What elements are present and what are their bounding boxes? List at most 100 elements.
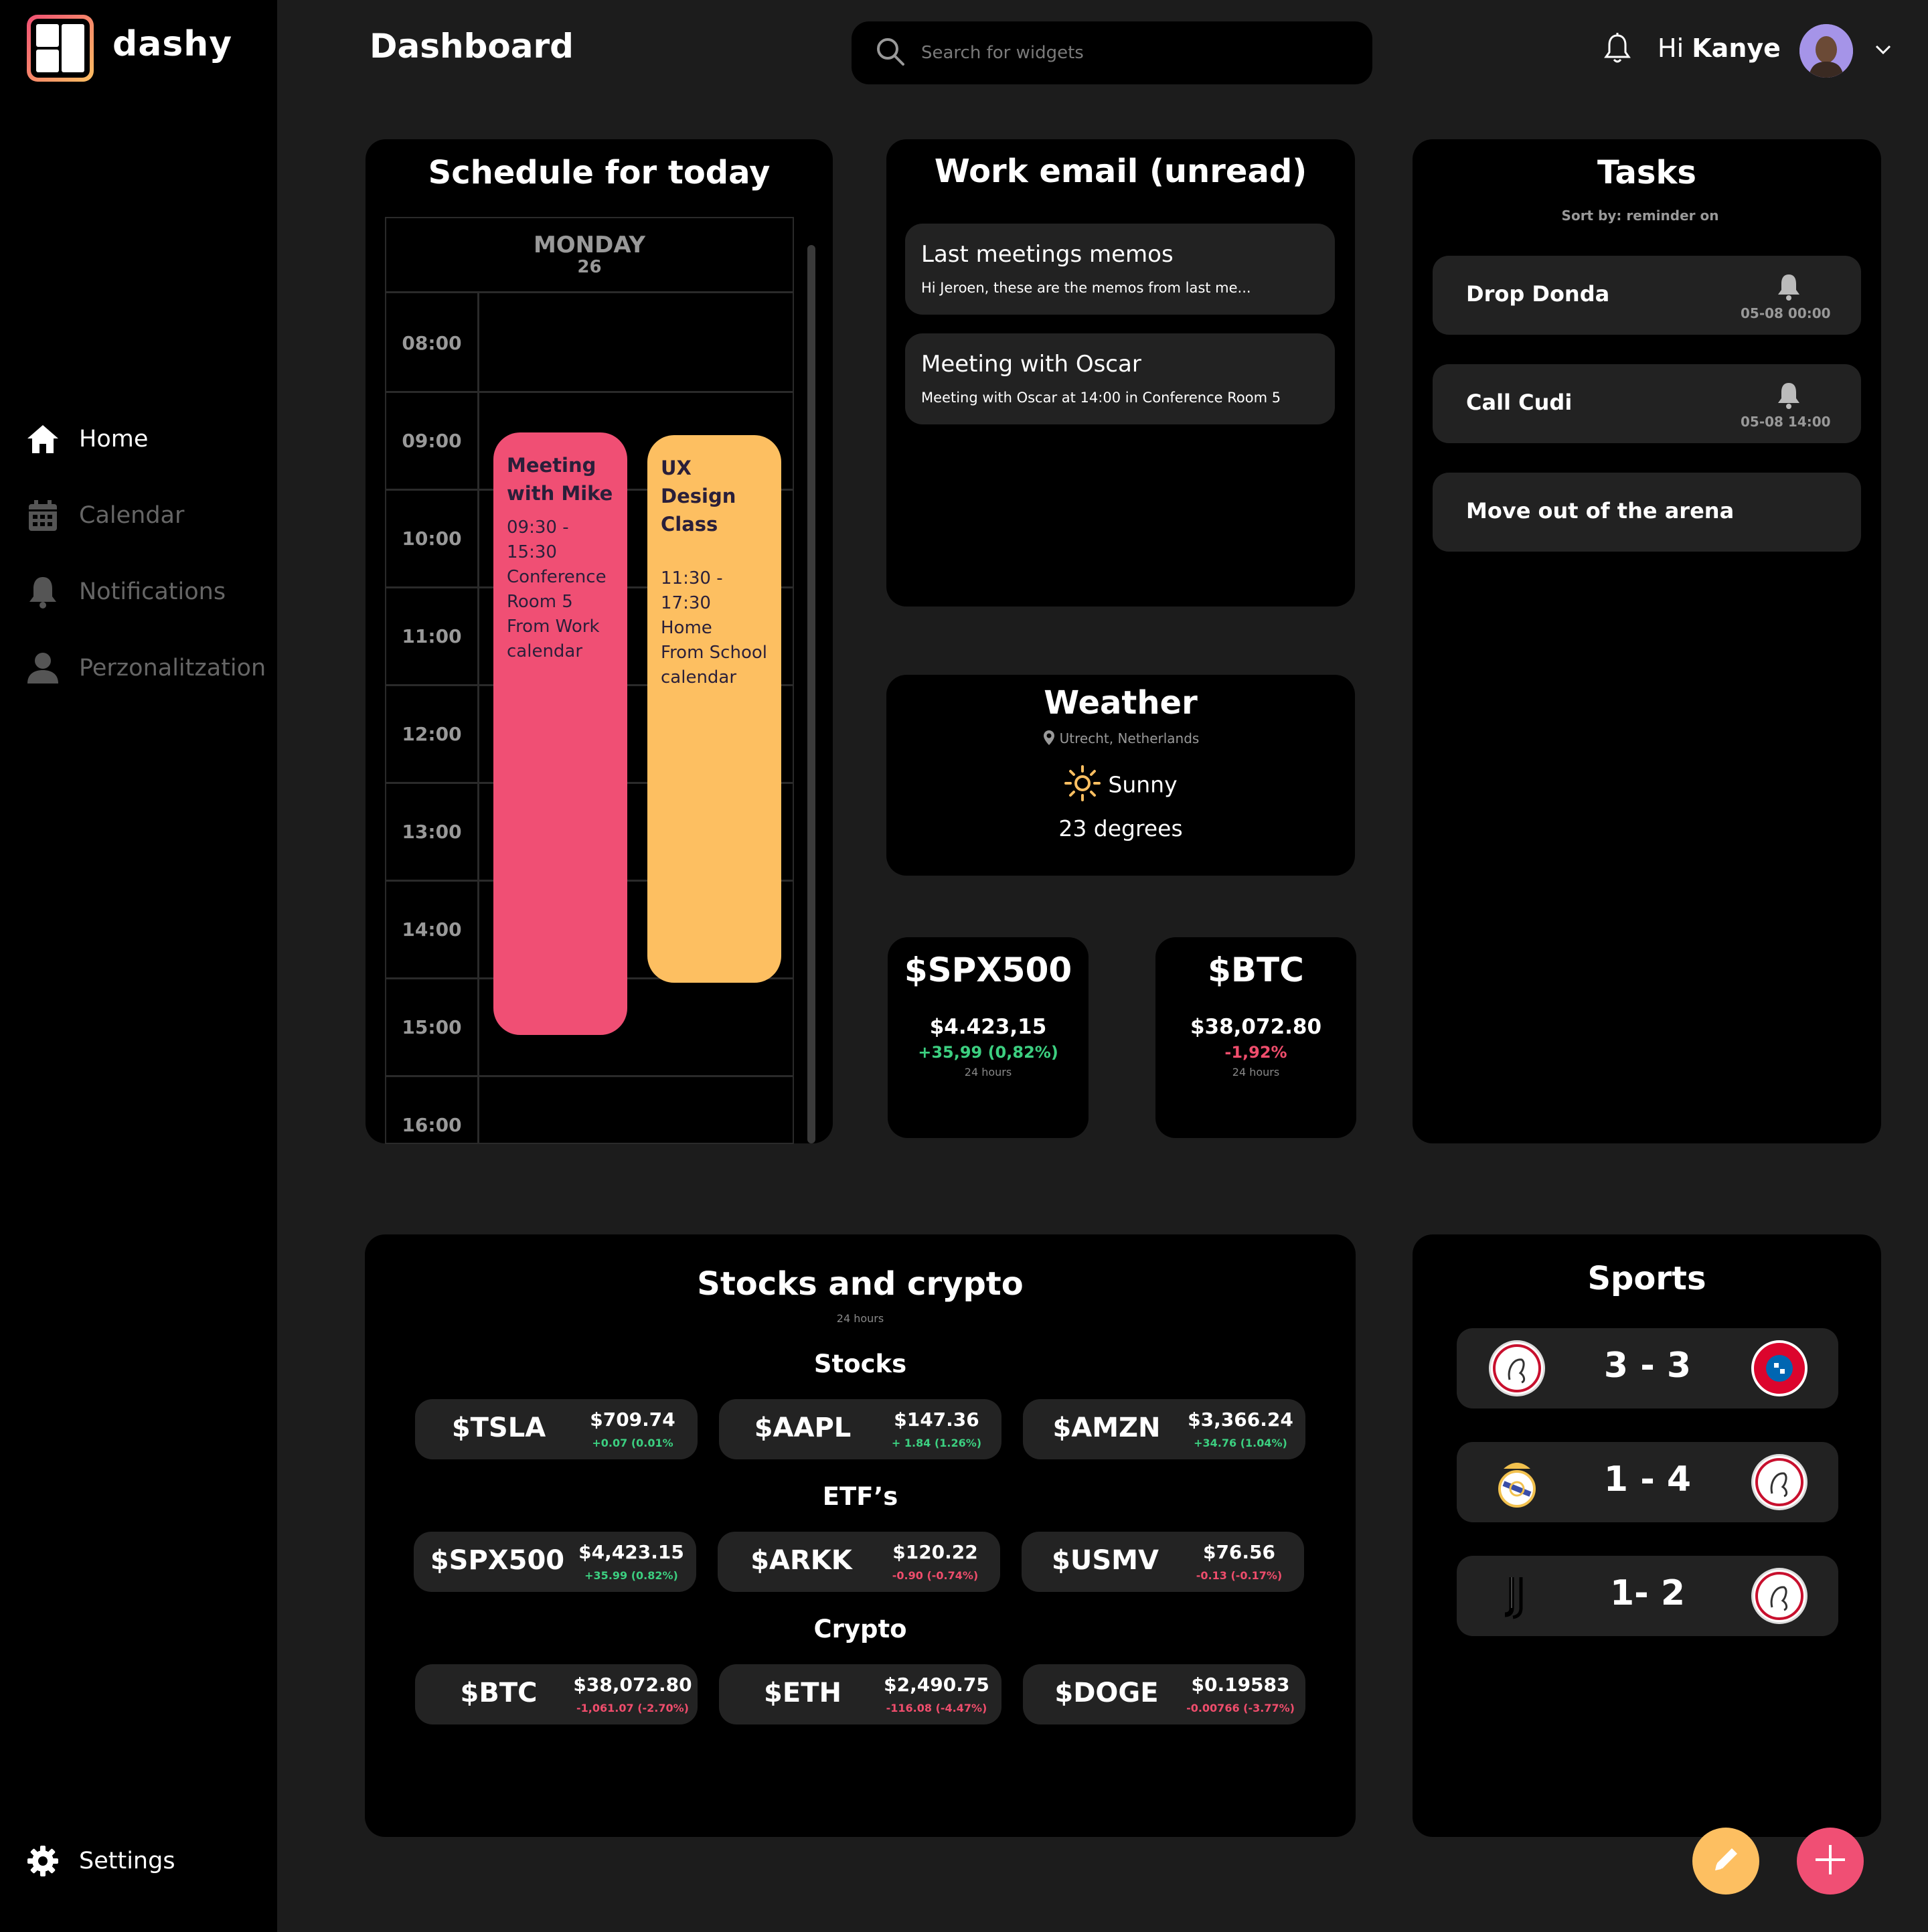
etf-pill-arkk[interactable]: $ARKK $120.22 -0.90 (-0.74%): [718, 1532, 1000, 1592]
pencil-icon: [1709, 1843, 1743, 1879]
match-score: 1- 2: [1609, 1573, 1686, 1613]
page-title: Dashboard: [370, 27, 574, 66]
tasks-sort-label[interactable]: Sort by: reminder on: [1413, 208, 1881, 224]
time-label: 13:00: [402, 821, 462, 843]
edit-button[interactable]: [1692, 1828, 1759, 1895]
schedule-day: MONDAY: [533, 232, 646, 258]
search-icon: [876, 37, 905, 69]
email-item[interactable]: Meeting with Oscar Meeting with Oscar at…: [905, 333, 1335, 424]
home-icon: [25, 422, 60, 457]
weather-widget: Weather Utrecht, Netherlands Sunny 23 de…: [886, 675, 1355, 876]
match-row[interactable]: 3 - 3: [1457, 1328, 1838, 1408]
schedule-title: Schedule for today: [428, 154, 771, 191]
plus-icon: [1812, 1841, 1849, 1881]
sun-icon: [1064, 764, 1101, 807]
stocks-period: 24 hours: [836, 1312, 884, 1325]
username: Kanye: [1692, 33, 1781, 63]
notification-bell-icon[interactable]: [1603, 32, 1632, 64]
ticker-symbol: $BTC: [1208, 951, 1304, 989]
sidebar-item-home[interactable]: Home: [25, 419, 148, 459]
chevron-down-icon[interactable]: [1874, 44, 1892, 58]
match-row[interactable]: 1- 2: [1457, 1556, 1838, 1636]
real-madrid-crest-icon: [1489, 1454, 1545, 1510]
stock-pill-amzn[interactable]: $AMZN $3,366.24 +34.76 (1.04%): [1023, 1399, 1305, 1459]
avatar[interactable]: [1799, 24, 1853, 78]
user-greeting: Hi Kanye: [1658, 33, 1781, 63]
crypto-pill-doge[interactable]: $DOGE $0.19583 -0.00766 (-3.77%): [1023, 1664, 1305, 1724]
time-label: 16:00: [402, 1114, 462, 1136]
ticker-spx500-widget[interactable]: $SPX500 $4.423,15 +35,99 (0,82%) 24 hour…: [888, 937, 1089, 1138]
task-item[interactable]: Move out of the arena: [1433, 473, 1861, 552]
ticker-price: $4.423,15: [929, 1015, 1047, 1039]
sidebar-item-notifications[interactable]: Notifications: [25, 572, 226, 612]
search-bar[interactable]: Search for widgets: [852, 21, 1372, 84]
weather-temperature: 23 degrees: [1058, 815, 1183, 841]
email-title: Work email (unread): [934, 153, 1307, 190]
dashy-logo-icon[interactable]: [27, 15, 94, 82]
sports-widget: Sports: [1413, 1234, 1881, 1837]
email-item[interactable]: Last meetings memos Hi Jeroen, these are…: [905, 224, 1335, 315]
sidebar-item-label: Notifications: [79, 578, 226, 605]
sidebar: dashy Home Calendar Notifications Perzon…: [0, 0, 277, 1932]
ticker-period: 24 hours: [1232, 1066, 1280, 1078]
weather-title: Weather: [1044, 684, 1198, 722]
time-label: 12:00: [402, 723, 462, 745]
weather-location: Utrecht, Netherlands: [886, 730, 1355, 749]
settings-label: Settings: [79, 1848, 175, 1874]
crypto-pill-eth[interactable]: $ETH $2,490.75 -116.08 (-4.47%): [719, 1664, 1001, 1724]
dashboard-app: dashy Home Calendar Notifications Perzon…: [0, 0, 1928, 1932]
calendar-icon: [25, 498, 60, 533]
search-input[interactable]: Search for widgets: [921, 43, 1084, 63]
add-widget-button[interactable]: [1797, 1828, 1864, 1895]
task-item[interactable]: Drop Donda 05-08 00:00: [1433, 256, 1861, 335]
reminder-bell-icon[interactable]: [1775, 273, 1802, 304]
ticker-change: -1,92%: [1224, 1043, 1287, 1062]
tasks-title: Tasks: [1597, 154, 1696, 191]
schedule-scrollbar[interactable]: [807, 245, 815, 1143]
ticker-change: +35,99 (0,82%): [918, 1043, 1058, 1062]
sidebar-item-personalization[interactable]: Perzonalitzation: [25, 648, 266, 688]
sidebar-item-label: Home: [79, 426, 149, 453]
event-ux-design-class[interactable]: UX Design Class 11:30 - 17:30 Home From …: [647, 435, 781, 983]
weather-condition: Sunny: [886, 764, 1355, 807]
ticker-btc-widget[interactable]: $BTC $38,072.80 -1,92% 24 hours: [1155, 937, 1356, 1138]
time-label: 15:00: [402, 1016, 462, 1038]
settings-button[interactable]: Settings: [25, 1841, 175, 1881]
schedule-day-header: MONDAY 26: [386, 218, 793, 293]
time-label: 11:00: [402, 625, 462, 647]
ticker-symbol: $SPX500: [904, 951, 1072, 989]
section-heading-crypto: Crypto: [813, 1615, 907, 1643]
ajax-crest-icon: [1751, 1568, 1807, 1624]
location-pin-icon: [1042, 730, 1056, 749]
time-label: 10:00: [402, 528, 462, 550]
section-heading-stocks: Stocks: [813, 1350, 907, 1378]
time-label: 14:00: [402, 918, 462, 941]
etf-pill-usmv[interactable]: $USMV $76.56 -0.13 (-0.17%): [1022, 1532, 1304, 1592]
app-name: dashy: [112, 24, 233, 64]
event-meeting-with-mike[interactable]: Meeting with Mike 09:30 - 15:30 Conferen…: [493, 432, 627, 1035]
match-score: 3 - 3: [1603, 1346, 1692, 1386]
sidebar-item-calendar[interactable]: Calendar: [25, 495, 184, 536]
ticker-price: $38,072.80: [1190, 1015, 1322, 1039]
time-label: 08:00: [402, 332, 462, 354]
reminder-bell-icon[interactable]: [1775, 382, 1802, 412]
stocks-title: Stocks and crypto: [697, 1265, 1024, 1303]
ajax-crest-icon: [1489, 1340, 1545, 1396]
task-item[interactable]: Call Cudi 05-08 14:00: [1433, 364, 1861, 443]
time-label: 09:00: [402, 430, 462, 452]
sidebar-item-label: Calendar: [79, 502, 185, 529]
match-row[interactable]: 1 - 4: [1457, 1442, 1838, 1522]
juventus-crest-icon: [1489, 1568, 1545, 1624]
sidebar-item-label: Perzonalitzation: [79, 655, 266, 681]
schedule-grid: MONDAY 26 08:00 09:00 10:00 11:00 12:00 …: [385, 217, 794, 1144]
sports-title: Sports: [1587, 1260, 1706, 1297]
stock-pill-aapl[interactable]: $AAPL $147.36 + 1.84 (1.26%): [719, 1399, 1001, 1459]
etf-pill-spx500[interactable]: $SPX500 $4,423.15 +35.99 (0.82%): [414, 1532, 696, 1592]
stock-pill-tsla[interactable]: $TSLA $709.74 +0.07 (0.01%: [415, 1399, 698, 1459]
gear-icon: [25, 1844, 60, 1878]
crypto-pill-btc[interactable]: $BTC $38,072.80 -1,061.07 (-2.70%): [415, 1664, 698, 1724]
bayern-crest-icon: [1751, 1340, 1807, 1396]
ticker-period: 24 hours: [964, 1066, 1012, 1078]
bell-icon: [25, 574, 60, 609]
ajax-crest-icon: [1751, 1454, 1807, 1510]
